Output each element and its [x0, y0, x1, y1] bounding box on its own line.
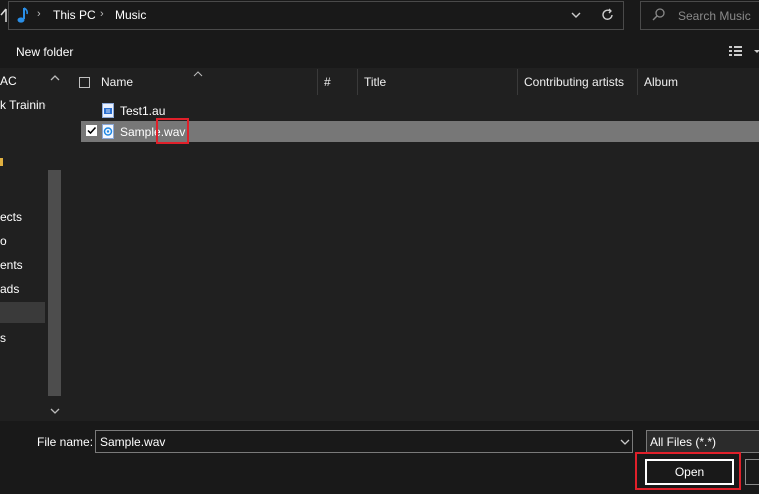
nav-item[interactable]: s: [0, 331, 6, 345]
scroll-down-icon[interactable]: [49, 405, 61, 417]
search-icon: [652, 8, 665, 21]
nav-item-selected[interactable]: [0, 302, 45, 323]
chevron-down-icon[interactable]: [570, 9, 582, 21]
nav-item-fragment-icon: [0, 158, 3, 166]
column-divider[interactable]: [517, 69, 518, 95]
nav-item[interactable]: AC: [0, 74, 17, 88]
open-button[interactable]: Open: [645, 459, 734, 485]
file-name-label: File name:: [37, 435, 94, 449]
select-all-checkbox[interactable]: [79, 77, 90, 88]
column-header-album[interactable]: Album: [644, 72, 678, 92]
up-arrow-icon[interactable]: [0, 6, 8, 24]
breadcrumb-this-pc[interactable]: This PC: [53, 8, 96, 22]
breadcrumb-music[interactable]: Music: [115, 8, 146, 22]
column-header-contributing-artists[interactable]: Contributing artists: [524, 72, 624, 92]
breadcrumb-separator-icon: ›: [37, 8, 41, 20]
cancel-button[interactable]: [745, 459, 759, 485]
file-type-filter-value: All Files (*.*): [650, 435, 717, 449]
column-header-number[interactable]: #: [324, 72, 331, 92]
chevron-down-icon[interactable]: [619, 436, 631, 448]
row-checkbox[interactable]: [86, 125, 97, 136]
file-name[interactable]: Test1.au: [120, 104, 165, 118]
scroll-up-icon[interactable]: [49, 72, 61, 84]
extension-highlight-box: [156, 118, 189, 144]
refresh-icon[interactable]: [601, 8, 615, 22]
file-name-field[interactable]: [95, 430, 633, 453]
nav-item[interactable]: ents: [0, 258, 23, 272]
nav-item[interactable]: ects: [0, 210, 22, 224]
nav-item[interactable]: o: [0, 234, 7, 248]
column-header-name[interactable]: Name: [101, 72, 133, 92]
column-divider[interactable]: [637, 69, 638, 95]
nav-item[interactable]: ads: [0, 282, 19, 296]
music-note-icon: [15, 6, 29, 24]
media-file-icon: [102, 124, 114, 139]
column-divider[interactable]: [357, 69, 358, 95]
column-divider[interactable]: [317, 69, 318, 95]
view-options-icon[interactable]: [729, 45, 759, 59]
nav-item[interactable]: k Training: [0, 98, 52, 112]
toolbar: [0, 34, 759, 68]
column-header-title[interactable]: Title: [364, 72, 386, 92]
audio-file-icon: [102, 103, 114, 118]
sort-ascending-icon: [193, 66, 203, 77]
file-name-value[interactable]: Sample.wav: [100, 435, 165, 449]
new-folder-button[interactable]: New folder: [16, 45, 73, 59]
search-placeholder: Search Music: [678, 9, 751, 23]
scrollbar-thumb[interactable]: [48, 170, 61, 396]
breadcrumb-separator-icon: ›: [100, 8, 104, 20]
